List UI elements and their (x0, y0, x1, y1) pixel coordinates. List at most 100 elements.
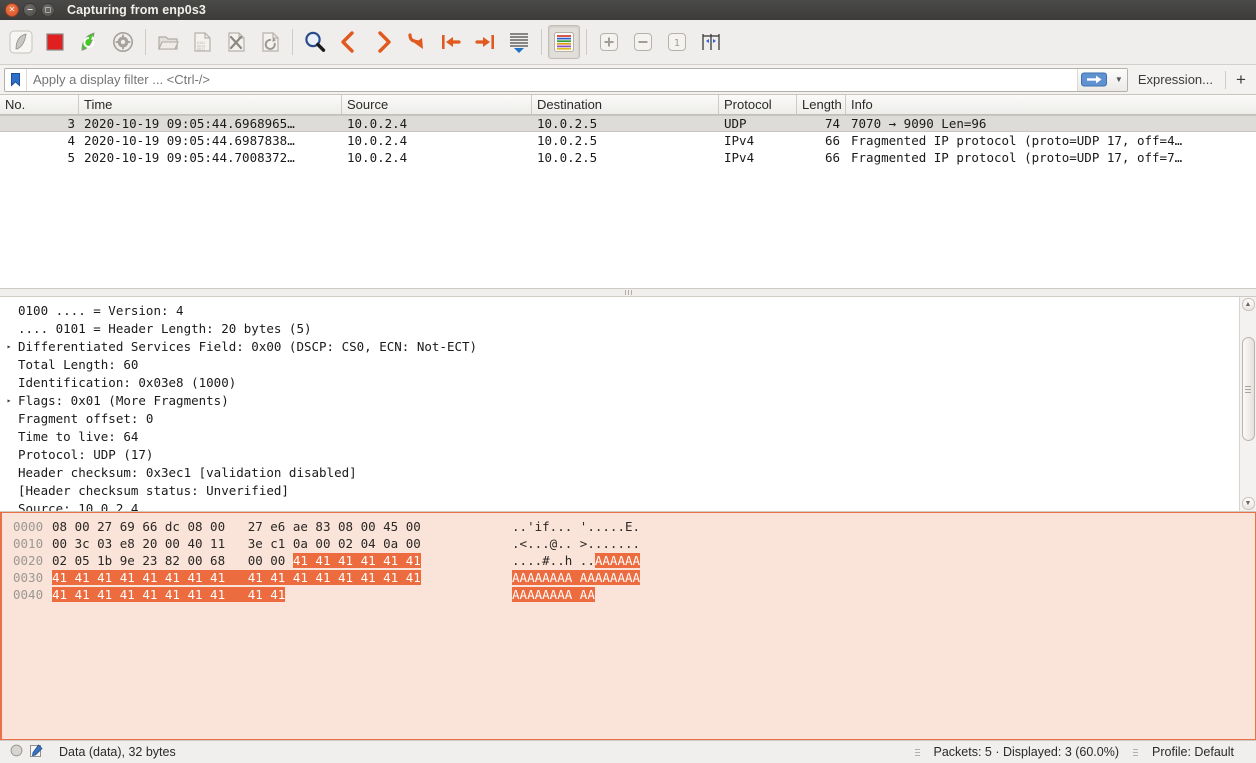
hex-byte[interactable]: 66 (142, 519, 165, 534)
hex-ascii-char[interactable]: A (557, 587, 565, 602)
hex-ascii-char[interactable]: . (595, 536, 603, 551)
hex-ascii-char[interactable]: A (549, 587, 558, 602)
hex-dump-row[interactable]: 0040 41 41 41 41 41 41 41 41 41 41 A A A A A A A… (2, 586, 1255, 603)
hex-byte[interactable]: 41 (338, 570, 361, 585)
hex-ascii-char[interactable]: A (564, 570, 580, 585)
hex-byte[interactable]: 1b (97, 553, 120, 568)
resize-columns-button[interactable] (695, 25, 727, 59)
hex-byte[interactable]: 3c (75, 536, 98, 551)
hex-ascii-char[interactable]: A (579, 570, 588, 585)
hex-ascii-char[interactable]: A (534, 587, 543, 602)
scroll-up-icon[interactable]: ▲ (1241, 298, 1255, 311)
hex-byte[interactable]: 41 (405, 553, 421, 568)
hex-byte[interactable]: 41 (142, 570, 165, 585)
detail-tree-item[interactable]: 0100 .... = Version: 4 (0, 301, 1239, 319)
find-packet-button[interactable] (299, 25, 331, 59)
hex-byte[interactable]: 00 (187, 553, 210, 568)
open-file-button[interactable] (152, 25, 184, 59)
hex-ascii-char[interactable]: @ (550, 536, 558, 551)
hex-byte[interactable]: 00 (406, 519, 421, 534)
hex-ascii-char[interactable]: . (527, 553, 535, 568)
expand-triangle-icon[interactable]: ▸ (0, 342, 18, 351)
hex-ascii-char[interactable]: A (617, 553, 625, 568)
start-capture-button[interactable] (5, 25, 37, 59)
zoom-out-button[interactable] (627, 25, 659, 59)
hex-ascii-char[interactable]: A (624, 553, 633, 568)
hex-byte[interactable]: 68 (210, 553, 248, 568)
save-file-button[interactable]: 0101 0010 0011 (186, 25, 218, 59)
hex-byte[interactable]: ae (293, 519, 316, 534)
hex-ascii-char[interactable]: A (602, 553, 610, 568)
hex-ascii-char[interactable]: . (580, 553, 588, 568)
hex-ascii-char[interactable]: f (542, 519, 550, 534)
hex-byte[interactable]: 05 (75, 553, 98, 568)
packet-bytes-pane[interactable]: 0000 08 00 27 69 66 dc 08 00 27 e6 ae 83 … (0, 512, 1256, 740)
hex-byte[interactable]: 23 (142, 553, 165, 568)
reload-file-button[interactable] (254, 25, 286, 59)
hex-ascii-char[interactable]: . (617, 519, 625, 534)
hex-ascii-char[interactable]: A (602, 570, 610, 585)
column-header-info[interactable]: Info (846, 95, 1256, 114)
hex-byte[interactable]: 11 (210, 536, 248, 551)
hex-ascii-char[interactable]: A (534, 570, 543, 585)
hex-byte[interactable]: 41 (119, 570, 143, 585)
detail-tree-item[interactable]: Source: 10.0.2.4 (0, 499, 1239, 512)
hex-byte[interactable]: 08 (338, 519, 361, 534)
hex-byte[interactable]: 00 (248, 553, 271, 568)
detail-scrollbar[interactable]: ▲ ▼ (1239, 297, 1256, 511)
hex-ascii-char[interactable]: i (535, 519, 543, 534)
column-header-source[interactable]: Source (342, 95, 532, 114)
hex-byte[interactable]: 41 (292, 570, 316, 585)
hex-ascii-char[interactable]: < (520, 536, 528, 551)
hex-ascii-char[interactable]: . (633, 536, 641, 551)
hex-byte[interactable]: 41 (383, 553, 406, 568)
colorize-button[interactable] (548, 25, 580, 59)
hex-ascii-char[interactable]: . (535, 553, 543, 568)
hex-ascii-char[interactable]: # (542, 553, 550, 568)
hex-byte[interactable]: e6 (270, 519, 293, 534)
hex-byte[interactable]: 41 (270, 570, 293, 585)
go-to-last-packet-button[interactable] (469, 25, 501, 59)
hex-ascii-char[interactable]: A (617, 570, 625, 585)
close-window-button[interactable]: ✕ (5, 3, 19, 17)
hex-byte[interactable]: 08 (52, 519, 75, 534)
hex-byte[interactable]: 0a (383, 536, 406, 551)
hex-byte[interactable]: 41 (187, 570, 211, 585)
hex-byte[interactable]: 45 (383, 519, 406, 534)
hex-byte[interactable]: 40 (187, 536, 210, 551)
hex-ascii-char[interactable]: > (580, 536, 588, 551)
hex-byte[interactable]: 00 (52, 536, 75, 551)
hex-ascii-char[interactable]: . (557, 553, 565, 568)
go-back-button[interactable] (333, 25, 365, 59)
hex-byte[interactable]: 41 (74, 570, 98, 585)
hex-byte[interactable]: 41 (97, 587, 120, 602)
column-header-protocol[interactable]: Protocol (719, 95, 797, 114)
hex-ascii-char[interactable]: A (512, 570, 520, 585)
hex-byte[interactable]: 82 (165, 553, 188, 568)
hex-byte[interactable]: 41 (52, 570, 75, 585)
hex-byte[interactable]: 00 (315, 536, 338, 551)
hex-ascii-char[interactable]: . (535, 536, 543, 551)
go-to-packet-button[interactable] (401, 25, 433, 59)
zoom-in-button[interactable] (593, 25, 625, 59)
capture-options-button[interactable] (107, 25, 139, 59)
hex-byte[interactable]: e8 (120, 536, 143, 551)
hex-byte[interactable]: 41 (405, 570, 421, 585)
hex-byte[interactable]: 02 (52, 553, 75, 568)
hex-dump-row[interactable]: 0030 41 41 41 41 41 41 41 41 41 41 41 41 … (2, 569, 1255, 586)
hex-ascii-char[interactable]: . (602, 536, 610, 551)
hex-byte[interactable]: 00 (406, 536, 421, 551)
hex-ascii-char[interactable]: . (595, 519, 603, 534)
detail-tree-item[interactable]: ▸ Flags: 0x01 (More Fragments) (0, 391, 1239, 409)
hex-byte[interactable]: c1 (270, 536, 293, 551)
hex-ascii-char[interactable]: . (587, 553, 595, 568)
hex-ascii-char[interactable]: . (610, 536, 618, 551)
hex-ascii-char[interactable]: h (565, 553, 580, 568)
detail-tree-item[interactable]: ▸ Differentiated Services Field: 0x00 (DS… (0, 337, 1239, 355)
hex-ascii-char[interactable]: E (625, 519, 633, 534)
hex-ascii-char[interactable]: . (557, 536, 565, 551)
column-header-time[interactable]: Time (79, 95, 342, 114)
hex-byte[interactable]: 41 (210, 570, 248, 585)
hex-byte[interactable]: 00 (270, 553, 293, 568)
detail-tree-item[interactable]: [Header checksum status: Unverified] (0, 481, 1239, 499)
